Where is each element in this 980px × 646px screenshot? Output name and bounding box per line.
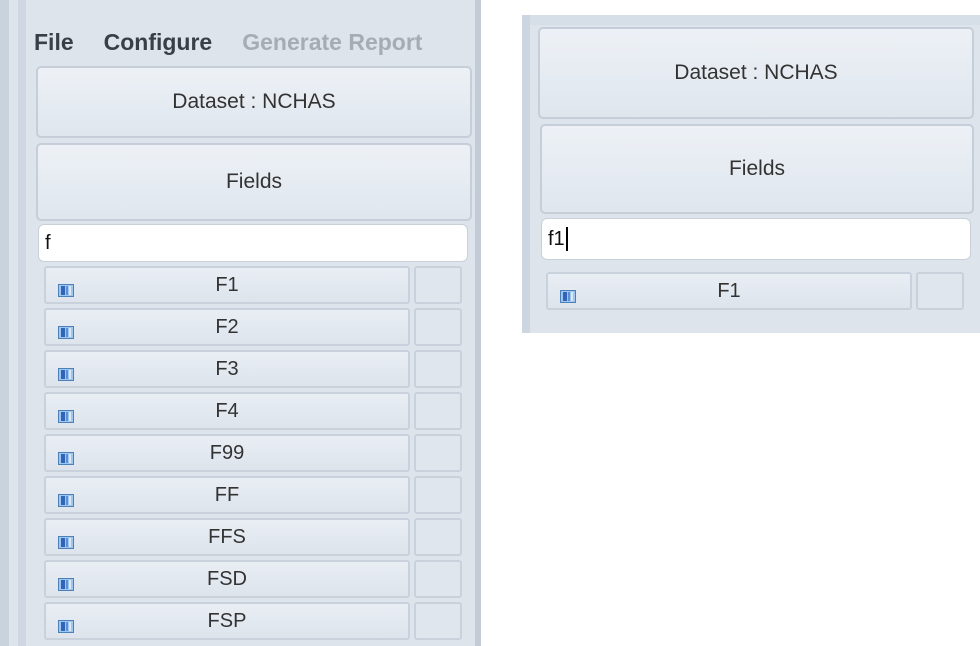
field-row[interactable]: F99	[42, 434, 466, 472]
field-row[interactable]: F4	[42, 392, 466, 430]
field-row-handle[interactable]	[414, 434, 462, 472]
field-row-handle[interactable]	[414, 602, 462, 640]
field-list: F1	[544, 272, 968, 314]
fields-button[interactable]: Fields	[36, 143, 472, 221]
field-name: F1	[717, 279, 741, 302]
field-name: FFS	[208, 525, 246, 548]
window-frame-left	[522, 15, 530, 333]
field-name: F3	[215, 357, 239, 380]
field-cell[interactable]: FF	[44, 476, 410, 514]
menu-bar: File Configure Generate Report	[34, 22, 422, 62]
field-column-icon	[560, 286, 576, 303]
field-cell[interactable]: FFS	[44, 518, 410, 556]
field-name: F1	[215, 273, 239, 296]
field-name: FSD	[207, 567, 247, 590]
fields-button[interactable]: Fields	[540, 124, 974, 214]
menu-generate-report: Generate Report	[242, 28, 423, 55]
field-row[interactable]: FF	[42, 476, 466, 514]
field-row[interactable]: F1	[42, 266, 466, 304]
text-caret	[565, 227, 568, 251]
field-row[interactable]: F2	[42, 308, 466, 346]
search-text: f	[45, 231, 51, 254]
field-column-icon	[58, 616, 74, 633]
field-row-handle[interactable]	[916, 272, 964, 310]
field-name: F2	[215, 315, 239, 338]
field-column-icon	[58, 532, 74, 549]
field-row-handle[interactable]	[414, 308, 462, 346]
field-row[interactable]: F3	[42, 350, 466, 388]
dataset-label: Dataset : NCHAS	[172, 90, 336, 113]
field-column-icon	[58, 574, 74, 591]
dataset-label: Dataset : NCHAS	[674, 61, 838, 84]
window-frame-inner	[18, 0, 26, 646]
field-row-handle[interactable]	[414, 266, 462, 304]
fields-label: Fields	[225, 170, 283, 193]
field-search-input[interactable]: f1	[541, 218, 971, 260]
field-cell[interactable]: F3	[44, 350, 410, 388]
field-search-input[interactable]: f	[38, 224, 468, 262]
field-name: FSP	[207, 609, 247, 632]
field-cell[interactable]: F99	[44, 434, 410, 472]
field-row[interactable]: F1	[544, 272, 968, 310]
window-frame-top	[522, 15, 980, 25]
window-frame-right	[475, 0, 481, 646]
field-column-icon	[58, 364, 74, 381]
field-cell[interactable]: FSD	[44, 560, 410, 598]
field-cell[interactable]: F4	[44, 392, 410, 430]
field-column-icon	[58, 448, 74, 465]
menu-configure[interactable]: Configure	[104, 29, 213, 56]
field-row[interactable]: FFS	[42, 518, 466, 556]
field-row-handle[interactable]	[414, 392, 462, 430]
menu-file[interactable]: File	[34, 29, 74, 56]
field-column-icon	[58, 490, 74, 507]
field-row-handle[interactable]	[414, 350, 462, 388]
dataset-button[interactable]: Dataset : NCHAS	[538, 27, 974, 119]
field-row[interactable]: FSD	[42, 560, 466, 598]
field-cell[interactable]: FSP	[44, 602, 410, 640]
field-row-handle[interactable]	[414, 518, 462, 556]
field-name: F99	[209, 441, 245, 464]
window-frame-left	[0, 0, 9, 646]
field-column-icon	[58, 322, 74, 339]
field-name: F4	[215, 399, 239, 422]
field-row-handle[interactable]	[414, 560, 462, 598]
field-cell[interactable]: F1	[546, 272, 912, 310]
fields-label: Fields	[728, 157, 786, 180]
dataset-button[interactable]: Dataset : NCHAS	[36, 66, 472, 138]
field-column-icon	[58, 280, 74, 297]
field-column-icon	[58, 406, 74, 423]
field-list: F1 F2 F3 F4 F99 FF FFS FSD FSP	[42, 266, 466, 644]
field-cell[interactable]: F1	[44, 266, 410, 304]
field-row[interactable]: FSP	[42, 602, 466, 640]
field-name: FF	[214, 483, 240, 506]
field-cell[interactable]: F2	[44, 308, 410, 346]
field-row-handle[interactable]	[414, 476, 462, 514]
search-text: f1	[548, 227, 565, 250]
